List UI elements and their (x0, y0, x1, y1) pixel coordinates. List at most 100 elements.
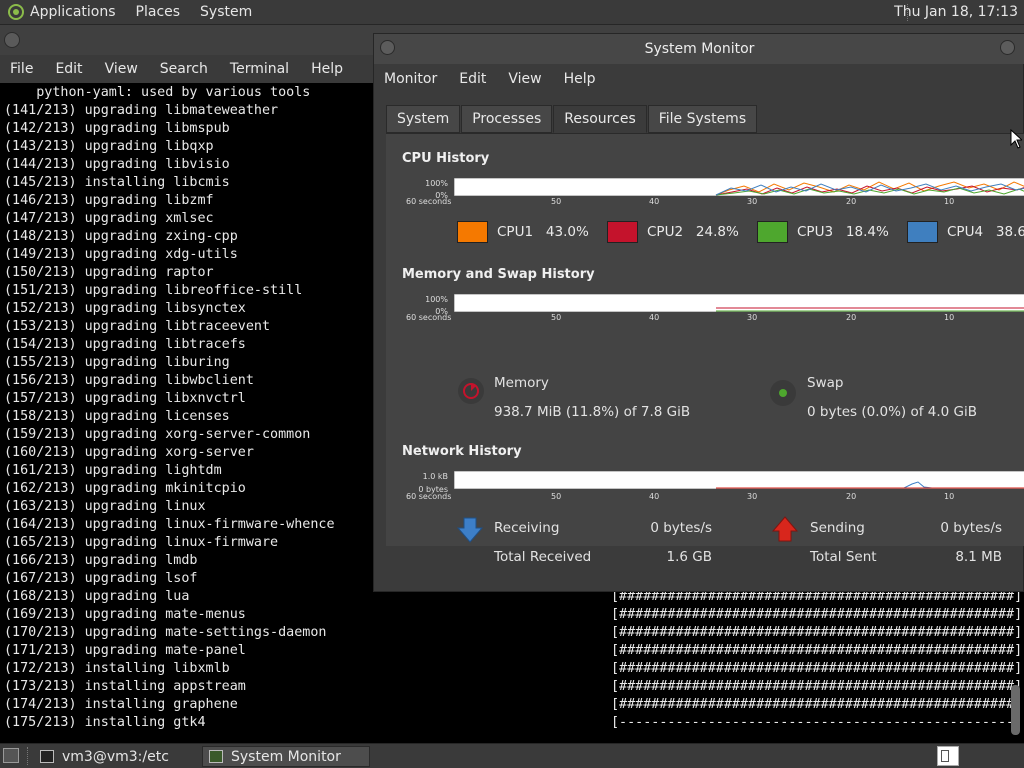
cpu1-label: CPU1 (497, 224, 534, 240)
terminal-line: (170/213) upgrading mate-settings-daemon (4, 625, 327, 640)
tab-file-systems[interactable]: File Systems (647, 105, 758, 133)
menu-view[interactable]: View (508, 71, 541, 87)
total-received-label: Total Received (494, 549, 592, 565)
terminal-line: (165/213) upgrading linux-firmware (4, 535, 279, 550)
terminal-menu-file[interactable]: File (10, 61, 33, 77)
cpu2-color-button[interactable] (607, 221, 638, 243)
terminal-menu-help[interactable]: Help (311, 61, 343, 77)
x-tick: 20 (846, 197, 857, 206)
applications-menu[interactable]: Applications (30, 4, 116, 20)
cpu3-value: 18.4% (845, 224, 889, 240)
terminal-line: (157/213) upgrading libxnvctrl (4, 391, 246, 406)
sending-arrow-icon[interactable] (771, 515, 799, 543)
memory-history-title: Memory and Swap History (402, 267, 595, 282)
taskbar-item-system-monitor[interactable]: System Monitor (202, 746, 370, 767)
show-desktop-icon[interactable] (3, 748, 19, 763)
cpu4-legend: CPU4 38.6% (947, 224, 1024, 240)
terminal-line: (149/213) upgrading xdg-utils (4, 247, 238, 262)
clock[interactable]: Thu Jan 18, 17:13 (894, 4, 1018, 20)
memory-value: 938.7 MiB (11.8%) of 7.8 GiB (494, 404, 691, 420)
cpu2-legend: CPU2 24.8% (647, 224, 739, 240)
places-menu[interactable]: Places (136, 4, 181, 20)
terminal-window-button-icon[interactable] (4, 32, 20, 48)
system-monitor-titlebar[interactable]: System Monitor (374, 34, 1024, 64)
menu-monitor[interactable]: Monitor (384, 71, 437, 87)
tab-processes[interactable]: Processes (461, 105, 553, 133)
mate-logo-icon[interactable] (8, 4, 24, 20)
terminal-menu-terminal[interactable]: Terminal (230, 61, 289, 77)
x-tick: 10 (944, 197, 955, 206)
memory-pie-icon[interactable] (456, 376, 486, 406)
window-close-button-icon[interactable] (1000, 40, 1015, 55)
x-tick: 30 (747, 492, 758, 501)
cpu1-color-button[interactable] (457, 221, 488, 243)
terminal-line: (171/213) upgrading mate-panel (4, 643, 246, 658)
terminal-progress-bar: [#######################################… (611, 679, 1023, 694)
menu-help[interactable]: Help (564, 71, 596, 87)
terminal-line: (159/213) upgrading xorg-server-common (4, 427, 311, 442)
receiving-value: 0 bytes/s (650, 520, 712, 536)
cpu4-color-button[interactable] (907, 221, 938, 243)
cpu3-legend: CPU3 18.4% (797, 224, 889, 240)
terminal-menu-edit[interactable]: Edit (55, 61, 82, 77)
x-tick: 50 (551, 492, 562, 501)
terminal-line: (143/213) upgrading libqxp (4, 139, 214, 154)
taskbar-item-terminal[interactable]: vm3@vm3:/etc (34, 746, 200, 767)
menu-edit[interactable]: Edit (459, 71, 486, 87)
total-sent-label: Total Sent (810, 549, 877, 565)
network-x-axis: 60 seconds 50 40 30 20 10 (386, 492, 1024, 502)
terminal-line: (152/213) upgrading libsynctex (4, 301, 246, 316)
terminal-line: (160/213) upgrading xorg-server (4, 445, 254, 460)
terminal-icon (40, 750, 54, 763)
terminal-menu-search[interactable]: Search (160, 61, 208, 77)
cpu2-value: 24.8% (695, 224, 739, 240)
terminal-line: (148/213) upgrading zxing-cpp (4, 229, 238, 244)
cpu-graph (454, 178, 1024, 196)
x-tick: 20 (846, 313, 857, 322)
terminal-line: (142/213) upgrading libmspub (4, 121, 230, 136)
terminal-line: (150/213) upgrading raptor (4, 265, 214, 280)
terminal-line: (145/213) installing libcmis (4, 175, 230, 190)
tab-resources[interactable]: Resources (553, 105, 647, 133)
terminal-line: (153/213) upgrading libtraceevent (4, 319, 271, 334)
window-title: System Monitor (644, 41, 755, 57)
terminal-line: (146/213) upgrading libzmf (4, 193, 214, 208)
system-monitor-menubar: Monitor Edit View Help (374, 64, 1024, 94)
system-monitor-window: System Monitor Monitor Edit View Help Sy… (373, 33, 1024, 592)
total-received-value: 1.6 GB (666, 549, 712, 565)
x-tick: 10 (944, 313, 955, 322)
terminal-line: (166/213) upgrading lmdb (4, 553, 198, 568)
terminal-line: (172/213) installing libxmlb (4, 661, 230, 676)
memory-y-top: 100% (425, 295, 448, 304)
cpu2-label: CPU2 (647, 224, 684, 240)
x-tick: 50 (551, 197, 562, 206)
terminal-line: (162/213) upgrading mkinitcpio (4, 481, 246, 496)
terminal-menu-view[interactable]: View (105, 61, 138, 77)
terminal-line: (164/213) upgrading linux-firmware-whenc… (4, 517, 335, 532)
terminal-line: (141/213) upgrading libmateweather (4, 103, 279, 118)
memory-label: Memory (494, 375, 549, 391)
swap-pie-icon[interactable] (768, 378, 798, 408)
tab-system[interactable]: System (386, 105, 461, 133)
terminal-line: (147/213) upgrading xmlsec (4, 211, 214, 226)
receiving-label: Receiving (494, 520, 560, 536)
network-history-title: Network History (402, 444, 522, 459)
terminal-line: (163/213) upgrading linux (4, 499, 206, 514)
workspace-switcher-icon[interactable] (937, 746, 959, 766)
terminal-scrollbar[interactable] (1011, 685, 1020, 735)
mouse-cursor-icon (1010, 129, 1022, 149)
receiving-arrow-icon[interactable] (456, 516, 484, 544)
terminal-progress-bar: [#######################################… (611, 643, 1023, 658)
x-tick: 40 (649, 197, 660, 206)
x-tick: 30 (747, 197, 758, 206)
cpu4-value: 38.6% (995, 224, 1024, 240)
taskbar-label: System Monitor (231, 748, 341, 765)
terminal-line: (151/213) upgrading libreoffice-still (4, 283, 303, 298)
sending-label: Sending (810, 520, 865, 536)
system-menu[interactable]: System (200, 4, 252, 20)
network-y-top: 1.0 kB (422, 472, 448, 481)
top-panel: Applications Places System Thu Jan 18, 1… (0, 0, 1024, 25)
cpu-y-top: 100% (425, 179, 448, 188)
cpu3-color-button[interactable] (757, 221, 788, 243)
x-tick: 10 (944, 492, 955, 501)
